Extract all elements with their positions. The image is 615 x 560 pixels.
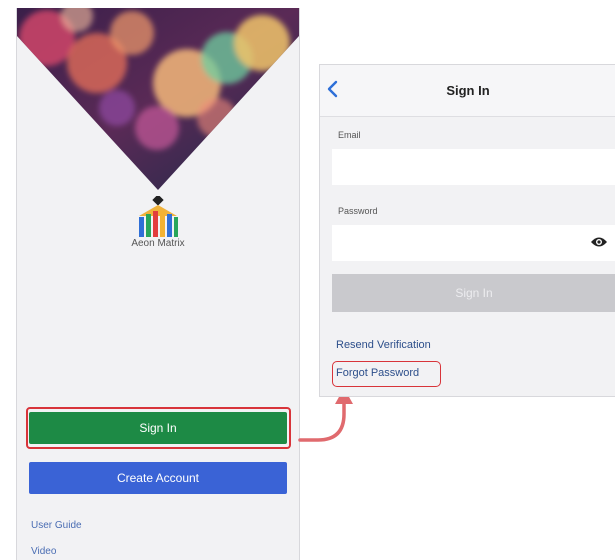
eye-icon[interactable] <box>590 235 608 249</box>
password-field[interactable] <box>332 225 615 261</box>
forgot-password-highlight-box <box>332 361 441 387</box>
email-field[interactable] <box>332 149 615 185</box>
sign-in-screen: Sign In Email Password Sign In Resend Ve… <box>319 64 615 397</box>
sign-in-submit-button[interactable]: Sign In <box>332 274 615 312</box>
resend-verification-link[interactable]: Resend Verification <box>336 339 431 351</box>
page-title: Sign In <box>446 83 490 98</box>
navigation-bar: Sign In <box>320 65 615 117</box>
password-label: Password <box>338 206 378 216</box>
email-label: Email <box>338 130 361 140</box>
